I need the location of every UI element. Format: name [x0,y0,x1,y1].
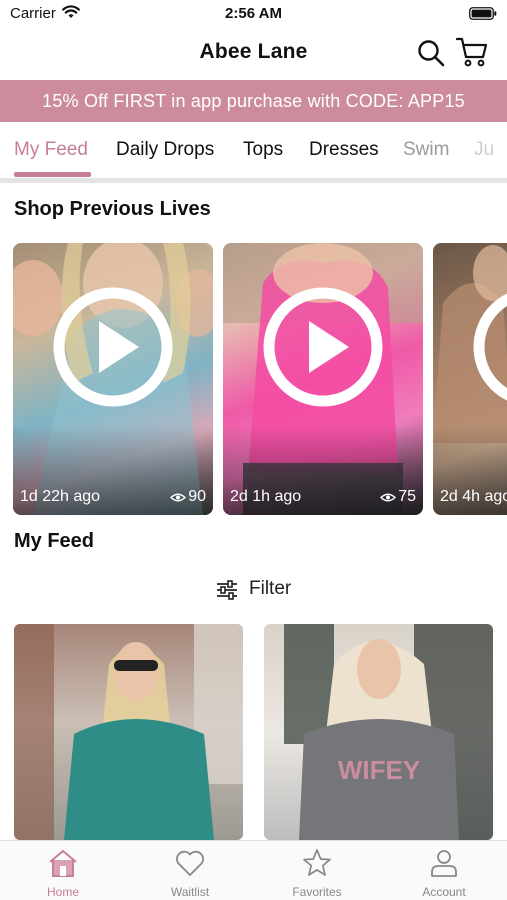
sliders-icon [217,580,237,600]
product-image [14,624,243,840]
play-icon[interactable] [51,285,175,409]
live-time-ago: 1d 22h ago [20,488,101,505]
nav-waitlist[interactable]: Waitlist [127,841,253,900]
cart-icon[interactable] [455,36,489,68]
nav-label-waitlist: Waitlist [170,885,210,899]
eye-icon [380,493,397,501]
filter-label: Filter [249,578,292,599]
live-time-ago: 2d 1h ago [230,488,302,505]
tab-ju[interactable]: Ju [474,139,494,161]
view-count-value: 90 [188,488,206,505]
nav-label-home: Home [46,885,79,899]
nav-home[interactable]: Home [0,841,126,900]
status-bar: Carrier 2:56 AM [0,0,507,28]
live-time-ago: 2d 4h ago [440,488,507,505]
search-icon[interactable] [416,38,446,68]
play-icon[interactable] [261,285,385,409]
nav-account[interactable]: Account [381,841,507,900]
tab-my-feed[interactable]: My Feed [14,139,88,161]
live-video-card[interactable]: 2d 4h ago [433,243,507,515]
svg-text:WIFEY: WIFEY [338,755,420,785]
live-video-card[interactable]: 2d 1h ago 75 [223,243,423,515]
nav-favorites[interactable]: Favorites [254,841,380,900]
product-card[interactable] [14,624,243,840]
battery-icon [469,7,497,20]
tab-tops[interactable]: Tops [243,139,283,161]
tab-swim[interactable]: Swim [403,139,449,161]
tab-daily-drops[interactable]: Daily Drops [116,139,214,161]
previous-lives-carousel: 1d 22h ago 90 2d 1h ago 75 2d 4h ago [0,243,507,515]
section-title-lives: Shop Previous Lives [14,198,211,220]
category-tabs: My Feed Daily Drops Tops Dresses Swim Ju [0,122,507,180]
live-view-count: 90 [170,488,206,506]
person-icon [431,850,457,877]
section-title-feed: My Feed [14,530,95,552]
active-tab-indicator [14,172,91,177]
view-count-value: 75 [398,488,416,505]
divider [0,178,507,183]
app-header: Abee Lane [0,28,507,78]
nav-label-account: Account [422,885,466,899]
product-card[interactable]: WIFEY [264,624,493,840]
filter-button[interactable]: Filter [0,575,507,605]
heart-icon [176,850,204,876]
home-icon [49,850,77,877]
nav-label-favorites: Favorites [292,885,342,899]
star-icon [303,849,331,876]
clock: 2:56 AM [225,5,282,22]
promo-banner[interactable]: 15% Off FIRST in app purchase with CODE:… [0,80,507,122]
bottom-tab-bar: Home Waitlist Favorites Account [0,840,507,900]
play-icon[interactable] [471,285,507,409]
tab-dresses[interactable]: Dresses [309,139,379,161]
product-image: WIFEY [284,624,493,840]
eye-icon [170,493,187,501]
live-video-card[interactable]: 1d 22h ago 90 [13,243,213,515]
live-view-count: 75 [380,488,416,506]
